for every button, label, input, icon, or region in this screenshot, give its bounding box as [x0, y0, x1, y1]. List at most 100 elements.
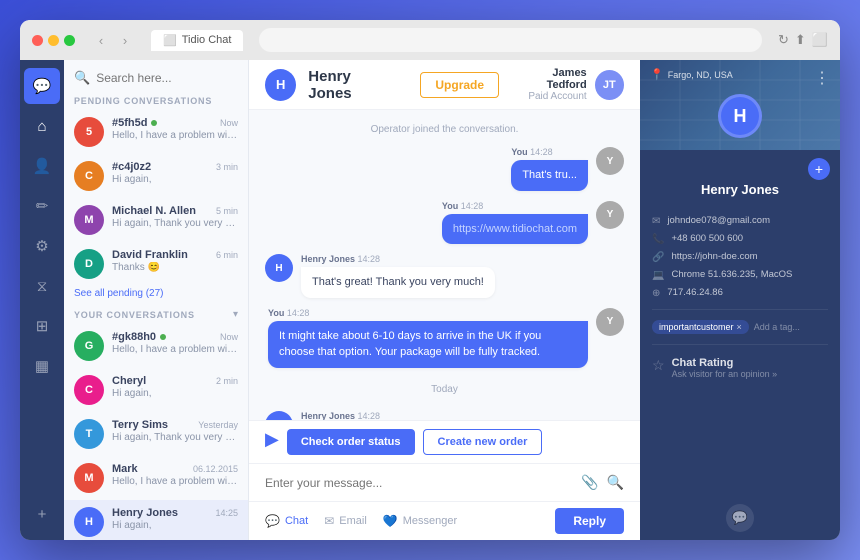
sidebar-icon-compose[interactable]: ✏	[24, 188, 60, 224]
tab-messenger[interactable]: 💙 Messenger	[383, 514, 457, 528]
play-icon[interactable]: ▶	[265, 429, 279, 455]
conv-time: 5 min	[216, 206, 238, 216]
conv-item-david[interactable]: D David Franklin 6 min Thanks 😊	[64, 242, 248, 286]
conv-item-c4j0z2[interactable]: C #c4j0z2 3 min Hi again,	[64, 154, 248, 198]
grid-icon: ⊞	[36, 317, 49, 335]
newtab-icon[interactable]: ⬜	[812, 32, 828, 48]
chevron-down-icon[interactable]: ▾	[233, 309, 238, 320]
tab-chat[interactable]: 💬 Chat	[265, 514, 308, 528]
user-email-row: ✉ johndoe078@gmail.com	[652, 215, 828, 227]
conv-avatar: M	[74, 463, 104, 493]
sidebar-icon-equalizer[interactable]: ⧖	[24, 268, 60, 304]
upgrade-button[interactable]: Upgrade	[420, 72, 499, 98]
message-body: You 14:28 https://www.tidiochat.com	[442, 201, 588, 245]
messenger-tab-icon: 💙	[383, 514, 398, 528]
conv-avatar: H	[74, 507, 104, 537]
message-meta: You 14:28	[511, 147, 588, 157]
add-tag-button[interactable]: Add a tag...	[754, 322, 800, 332]
message-body: Henry Jones 14:28 Hi again,Do you have t…	[301, 411, 621, 421]
conv-avatar: C	[74, 161, 104, 191]
user-section: + Henry Jones	[640, 150, 840, 209]
conv-item-michael[interactable]: M Michael N. Allen 5 min Hi again, Thank…	[64, 198, 248, 242]
search-icon: 🔍	[74, 70, 90, 86]
conversations-panel: 🔍 PENDING CONVERSATIONS 5 #5fh5d Now Hel…	[64, 60, 249, 540]
link-icon: 🔗	[652, 252, 664, 263]
message-body: Henry Jones 14:28 That's great! Thank yo…	[301, 254, 495, 298]
tag-remove-icon[interactable]: ×	[737, 322, 742, 332]
share-icon[interactable]: ⬆	[795, 32, 806, 48]
conv-avatar: T	[74, 419, 104, 449]
conv-item-gk88h0[interactable]: G #gk88h0 Now Hello, I have a problem wi…	[64, 324, 248, 368]
back-button[interactable]: ‹	[91, 30, 111, 50]
message-meta: Henry Jones 14:28	[301, 254, 495, 264]
chat-footer: 💬 Chat ✉ Email 💙 Messenger Reply	[249, 501, 640, 540]
messenger-tab-label: Messenger	[403, 515, 457, 527]
star-icon[interactable]: ☆	[652, 357, 665, 374]
user-email: johndoe078@gmail.com	[667, 215, 770, 226]
user-browser-row: 💻 Chrome 51.636.235, MacOS	[652, 269, 828, 281]
maximize-dot[interactable]	[64, 35, 75, 46]
messages-area: Operator joined the conversation. Y You …	[249, 110, 640, 420]
email-tab-icon: ✉	[324, 514, 334, 528]
user-ip: 717.46.24.86	[667, 287, 722, 298]
sidebar-icons: 💬 ⌂ 👤 ✏ ⚙ ⧖ ⊞ ▦ +	[20, 60, 64, 540]
tab-email[interactable]: ✉ Email	[324, 514, 367, 528]
conv-preview: Hello, I have a problem with my wid...	[112, 344, 238, 355]
location-label: 📍 Fargo, ND, USA	[650, 68, 733, 81]
tags-area: importantcustomer × Add a tag...	[640, 314, 840, 340]
message-group: H Henry Jones 14:28 Hi again,Do you have…	[265, 411, 624, 421]
ip-icon: ⊕	[652, 288, 660, 299]
forward-button[interactable]: ›	[115, 30, 135, 50]
browser-tab[interactable]: ⬜ Tidio Chat	[151, 30, 243, 51]
message-bubble: It might take about 6-10 days to arrive …	[268, 321, 588, 368]
message-group: Y You 14:28 That's tru...	[265, 147, 624, 191]
sidebar-icon-chat[interactable]: 💬	[24, 68, 60, 104]
message-group: Y You 14:28 https://www.tidiochat.com	[265, 201, 624, 245]
message-avatar: Y	[596, 201, 624, 229]
conv-avatar: G	[74, 331, 104, 361]
minimize-dot[interactable]	[48, 35, 59, 46]
user-ip-row: ⊕ 717.46.24.86	[652, 287, 828, 299]
sidebar-icon-grid[interactable]: ⊞	[24, 308, 60, 344]
message-bubble: That's tru...	[511, 160, 588, 191]
conv-item-mark[interactable]: M Mark 06.12.2015 Hello, I have a proble…	[64, 456, 248, 500]
sidebar-icon-add[interactable]: +	[24, 496, 60, 532]
more-options-icon[interactable]: ⋮	[814, 68, 830, 88]
see-all-pending-link[interactable]: See all pending (27)	[64, 286, 248, 305]
agent-text: James Tedford Paid Account	[511, 67, 587, 102]
attachment-icon[interactable]: 📎	[581, 474, 598, 491]
conv-item-5fh5d[interactable]: 5 #5fh5d Now Hello, I have a problem wit…	[64, 110, 248, 154]
chat-area: H Henry Jones Upgrade James Tedford Paid…	[249, 60, 640, 540]
feedback-icon[interactable]: 💬	[726, 504, 754, 532]
create-new-order-button[interactable]: Create new order	[423, 429, 543, 455]
contacts-icon: 👤	[33, 157, 52, 175]
check-order-status-button[interactable]: Check order status	[287, 429, 415, 455]
chat-rating-subtitle: Ask visitor for an opinion »	[672, 369, 778, 379]
sidebar-icon-chart[interactable]: ▦	[24, 348, 60, 384]
conv-item-terry[interactable]: T Terry Sims Yesterday Hi again, Thank y…	[64, 412, 248, 456]
reply-button[interactable]: Reply	[555, 508, 624, 534]
refresh-icon[interactable]: ↻	[778, 32, 789, 48]
add-contact-button[interactable]: +	[808, 158, 830, 180]
search-input[interactable]	[96, 71, 249, 85]
conv-item-cheryl[interactable]: C Cheryl 2 min Hi again,	[64, 368, 248, 412]
messenger-icon: 💬	[732, 510, 748, 526]
search-message-icon[interactable]: 🔍	[607, 474, 624, 491]
url-bar[interactable]	[259, 28, 762, 52]
sidebar-icon-home[interactable]: ⌂	[24, 108, 60, 144]
sidebar-icon-settings[interactable]: ⚙	[24, 228, 60, 264]
conv-name: #5fh5d	[112, 117, 147, 129]
message-input[interactable]	[265, 476, 573, 490]
conv-content: Terry Sims Yesterday Hi again, Thank you…	[112, 419, 238, 443]
conv-time: 14:25	[215, 508, 238, 518]
conv-content: Mark 06.12.2015 Hello, I have a problem …	[112, 463, 238, 487]
close-dot[interactable]	[32, 35, 43, 46]
sidebar-icon-contacts[interactable]: 👤	[24, 148, 60, 184]
conv-preview: Hello, I have a problem with my wid...	[112, 476, 238, 487]
location-pin-icon: 📍	[650, 68, 664, 81]
tag-important[interactable]: importantcustomer ×	[652, 320, 749, 334]
conv-time: 3 min	[216, 162, 238, 172]
chat-tab-icon: 💬	[265, 514, 280, 528]
conv-item-henry[interactable]: H Henry Jones 14:25 Hi again,	[64, 500, 248, 540]
search-bar: 🔍	[64, 60, 248, 92]
